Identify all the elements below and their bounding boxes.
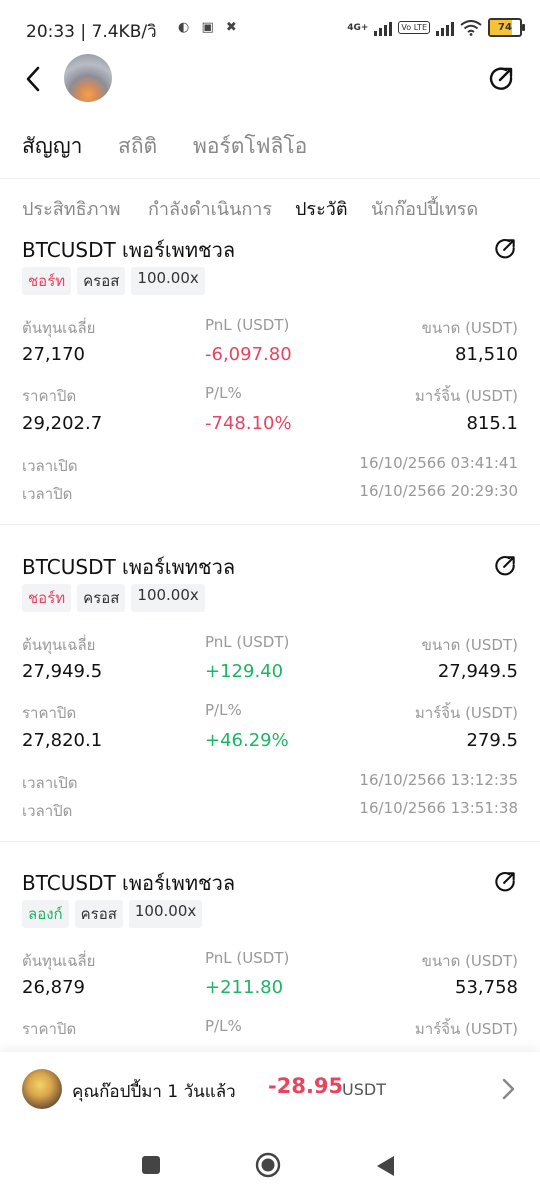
close-time-label: เวลาปิด [22,802,73,820]
open-time-value: 16/10/2566 13:12:35 [359,771,518,789]
leverage-badge: 100.00x [128,900,203,928]
copy-pnl-unit: USDT [342,1080,386,1099]
close-time-value: 16/10/2566 13:51:38 [359,799,518,817]
avg-cost-value: 27,170 [22,344,85,365]
signal-icon-2 [436,20,454,36]
back-arrow-icon[interactable] [20,62,50,96]
share-icon[interactable] [486,64,516,94]
size-label: ขนาด (USDT) [421,952,518,970]
recent-apps-icon[interactable] [142,1156,160,1174]
subtab-history[interactable]: ประวัติ [295,194,348,223]
trader-avatar[interactable] [64,54,112,102]
trade-tags: ชอร์ท ครอส 100.00x [22,267,205,295]
leverage-badge: 100.00x [131,584,205,612]
status-time: 20:33 | 7.4KB/วิ [26,22,157,42]
trade-title: BTCUSDT เพอร์เพทชวล [22,238,236,262]
share-icon[interactable] [492,869,518,895]
tab-statistics[interactable]: สถิติ [118,130,157,163]
close-price-label: ราคาปิด [22,387,77,405]
pnl-label: PnL (USDT) [205,633,290,651]
copy-trader-avatar [22,1069,62,1109]
card-divider [0,841,540,842]
avg-cost-value: 26,879 [22,977,85,998]
signal-icon [374,20,393,36]
notification-icons: ◐ ▣ ✖ [178,20,241,35]
margin-mode-badge: ครอส [74,900,123,928]
avg-cost-label: ต้นทุนเฉลี่ย [22,952,96,970]
pl-pct-label: P/L% [205,1017,242,1035]
trade-tags: ลองก์ ครอส 100.00x [22,900,203,928]
trade-title: BTCUSDT เพอร์เพทชวล [22,555,236,579]
margin-label: มาร์จิ้น (USDT) [414,1020,518,1038]
pl-pct-label: P/L% [205,701,242,719]
pnl-value: +211.80 [205,977,284,998]
volte-badge: Vo LTE [398,21,430,34]
close-price-label: ราคาปิด [22,1020,77,1038]
tab-portfolio[interactable]: พอร์ตโฟลิโอ [193,130,307,163]
trade-card[interactable]: BTCUSDT เพอร์เพทชวล ชอร์ท ครอส 100.00x ต… [0,551,540,843]
size-value: 53,758 [455,977,518,998]
avg-cost-label: ต้นทุนเฉลี่ย [22,319,96,337]
wifi-icon [460,19,482,36]
margin-mode-badge: ครอส [77,584,126,612]
nav-back-icon[interactable] [374,1154,396,1178]
close-price-label: ราคาปิด [22,704,77,722]
tabs-divider [0,178,540,179]
trade-tags: ชอร์ท ครอส 100.00x [22,584,205,612]
margin-value: 279.5 [466,730,518,751]
tab-contract[interactable]: สัญญา [22,130,82,163]
close-price-value: 27,820.1 [22,730,103,751]
close-time-label: เวลาปิด [22,485,73,503]
avg-cost-label: ต้นทุนเฉลี่ย [22,636,96,654]
pl-pct-label: P/L% [205,384,242,402]
size-value: 81,510 [455,344,518,365]
avg-cost-value: 27,949.5 [22,661,103,682]
system-nav-bar [0,1126,540,1200]
subtab-performance[interactable]: ประสิทธิภาพ [22,194,120,223]
trade-title: BTCUSDT เพอร์เพทชวล [22,871,236,895]
pnl-value: +129.40 [205,661,284,682]
margin-value: 815.1 [466,413,518,434]
pl-pct-value: +46.29% [205,730,289,751]
side-badge: ลองก์ [22,900,69,928]
leverage-badge: 100.00x [131,267,205,295]
chevron-right-icon[interactable] [496,1076,520,1102]
close-time-value: 16/10/2566 20:29:30 [359,482,518,500]
margin-label: มาร์จิ้น (USDT) [414,387,518,405]
pnl-label: PnL (USDT) [205,949,290,967]
size-value: 27,949.5 [437,661,518,682]
open-time-label: เวลาเปิด [22,457,78,475]
pl-pct-value: -748.10% [205,413,292,434]
status-right: 4G+ Vo LTE 74 [347,18,525,37]
pnl-label: PnL (USDT) [205,316,290,334]
margin-mode-badge: ครอส [77,267,126,295]
side-badge: ชอร์ท [22,267,72,295]
network-type-label: 4G+ [347,22,369,33]
share-icon[interactable] [492,236,518,262]
copy-duration-text: คุณก๊อปปี้มา 1 วันแล้ว [72,1082,236,1102]
size-label: ขนาด (USDT) [421,319,518,337]
status-bar: 20:33 | 7.4KB/วิ ◐ ▣ ✖ 4G+ Vo LTE 74 [0,0,540,56]
open-time-label: เวลาเปิด [22,774,78,792]
card-divider [0,524,540,525]
size-label: ขนาด (USDT) [421,636,518,654]
trade-card[interactable]: BTCUSDT เพอร์เพทชวล ชอร์ท ครอส 100.00x ต… [0,234,540,526]
subtab-in-progress[interactable]: กำลังดำเนินการ [148,194,272,223]
copy-pnl-value: -28.95 [268,1074,344,1098]
side-badge: ชอร์ท [22,584,72,612]
close-price-value: 29,202.7 [22,413,103,434]
battery-level: 74 [498,22,512,33]
share-icon[interactable] [492,553,518,579]
subtab-copy-traders[interactable]: นักก๊อปปี้เทรด [371,194,478,223]
home-icon[interactable] [255,1152,281,1178]
battery-icon: 74 [488,18,525,37]
pnl-value: -6,097.80 [205,344,292,365]
margin-label: มาร์จิ้น (USDT) [414,704,518,722]
trade-card[interactable]: BTCUSDT เพอร์เพทชวล ลองก์ ครอส 100.00x ต… [0,867,540,1052]
copy-summary-bar[interactable]: คุณก๊อปปี้มา 1 วันแล้ว -28.95 USDT [0,1052,540,1126]
open-time-value: 16/10/2566 03:41:41 [359,454,518,472]
